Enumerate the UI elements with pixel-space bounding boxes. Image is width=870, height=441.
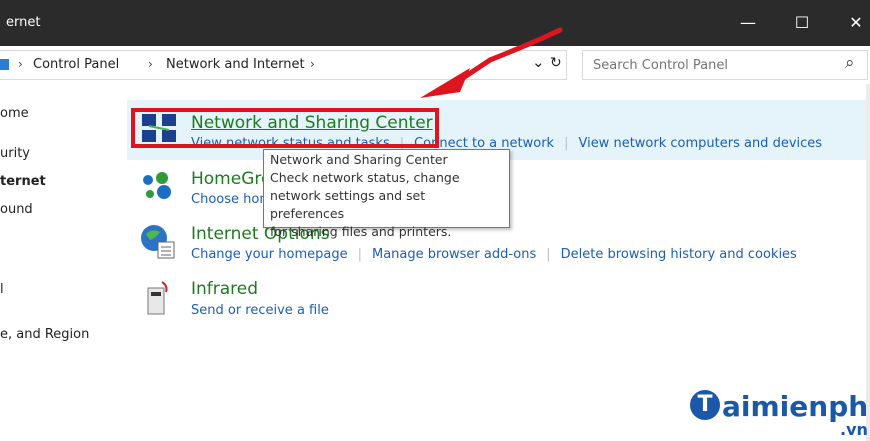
close-button[interactable]: ✕	[836, 10, 870, 36]
search-box[interactable]: ⌕	[582, 50, 868, 80]
breadcrumb-separator: ›	[18, 57, 23, 71]
sidebar-item-security[interactable]: urity	[0, 146, 30, 161]
breadcrumb-control-panel[interactable]: Control Panel	[33, 57, 119, 72]
taimienphi-logo: Taimienphi .vn	[690, 390, 870, 439]
left-navigation-pane: ome urity ternet ound l e, and Region	[0, 84, 120, 441]
infrared-link[interactable]: Infrared	[191, 279, 258, 299]
tooltip-line: network settings and set preferences	[270, 188, 426, 221]
tooltip: Network and Sharing Center Check network…	[263, 149, 510, 239]
sidebar-item-partial[interactable]: l	[0, 282, 4, 297]
breadcrumb-network-and-internet[interactable]: Network and Internet	[166, 57, 305, 72]
link-divider: |	[357, 247, 362, 262]
logo-text: aimienphi	[722, 390, 870, 423]
search-input[interactable]	[591, 55, 835, 75]
maximize-button[interactable]: ☐	[782, 10, 822, 36]
link-divider: |	[546, 247, 551, 262]
infrared-links: Send or receive a file	[191, 303, 339, 318]
infrared-icon	[147, 281, 168, 315]
internet-options-icon	[141, 225, 175, 259]
change-homepage-link[interactable]: Change your homepage	[191, 247, 348, 262]
send-receive-file-link[interactable]: Send or receive a file	[191, 303, 329, 318]
internet-options-links: Change your homepage | Manage browser add-…	[191, 247, 807, 262]
logo-mark: T	[690, 390, 720, 420]
sidebar-item-sound[interactable]: ound	[0, 202, 33, 217]
manage-addons-link[interactable]: Manage browser add-ons	[372, 247, 536, 262]
sidebar-item-home[interactable]: ome	[0, 106, 29, 121]
link-divider: |	[564, 136, 569, 151]
tooltip-line: for sharing files and printers.	[270, 224, 452, 239]
breadcrumb-separator: ›	[310, 57, 315, 71]
tooltip-line: Check network status, change	[270, 170, 460, 185]
sidebar-item-region[interactable]: e, and Region	[0, 327, 89, 342]
window-title: ernet	[6, 15, 41, 30]
homegroup-icon	[143, 172, 171, 199]
red-arrow-annotation	[420, 27, 563, 98]
minimize-button[interactable]: —	[728, 10, 768, 36]
breadcrumb-separator: ›	[148, 57, 153, 71]
sidebar-item-network-internet[interactable]: ternet	[0, 174, 46, 189]
control-panel-icon	[0, 59, 9, 70]
view-network-computers-link[interactable]: View network computers and devices	[578, 136, 822, 151]
red-highlight-box	[131, 108, 439, 148]
logo-suffix: .vn	[840, 420, 868, 439]
delete-history-link[interactable]: Delete browsing history and cookies	[561, 247, 797, 262]
search-icon[interactable]: ⌕	[845, 53, 855, 73]
scrollbar[interactable]	[866, 84, 870, 441]
tooltip-title: Network and Sharing Center	[270, 152, 448, 167]
